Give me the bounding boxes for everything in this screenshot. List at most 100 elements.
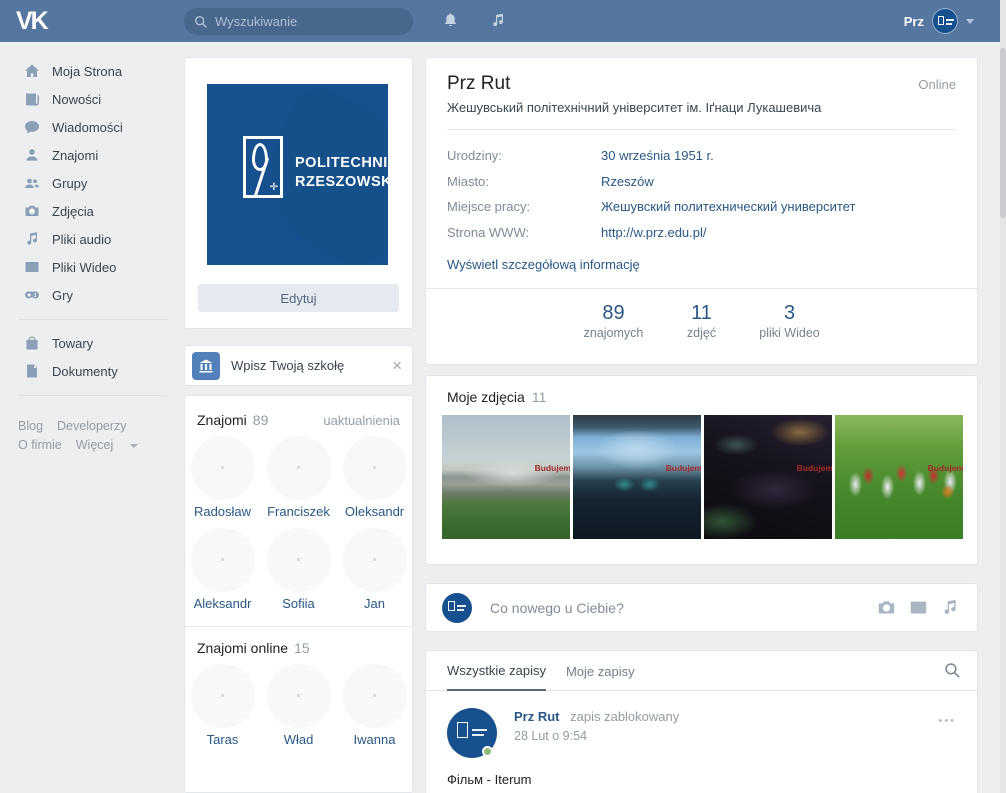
wall-card: Wszystkie zapisy Moje zapisy Prz Rut zap… xyxy=(425,650,978,793)
chevron-down-icon xyxy=(966,19,974,24)
attach-audio-icon[interactable] xyxy=(941,598,959,617)
sidebar-item-video[interactable]: Pliki Wideo xyxy=(0,253,184,281)
friend-name[interactable]: Iwanna xyxy=(340,732,410,748)
friend-name[interactable]: Sofiia xyxy=(264,596,334,612)
post-menu-icon[interactable]: ••• xyxy=(938,715,956,727)
profile-info-card: Prz Rut Online Жешувський політехнічний … xyxy=(425,57,978,365)
sidebar-footer: Blog Developerzy O firmie Więcej xyxy=(0,405,184,455)
counter-friends[interactable]: 89 znajomych xyxy=(577,289,651,359)
friend-name[interactable]: Jan xyxy=(340,596,410,612)
notifications-bell-icon[interactable] xyxy=(442,12,459,29)
scrollbar-track[interactable] xyxy=(1000,0,1006,793)
sidebar-label: Grupy xyxy=(52,176,87,191)
detail-value-website[interactable]: http://w.prz.edu.pl/ xyxy=(601,220,707,246)
profile-details: Urodziny: 30 września 1951 r. Miasto: Rz… xyxy=(426,130,977,288)
friend-avatar[interactable] xyxy=(191,528,255,592)
sidebar-label: Pliki audio xyxy=(52,232,111,247)
profile-photo[interactable]: ✛ POLITECHNIKA RZESZOWSKA xyxy=(207,84,388,265)
friend-item[interactable]: Wład xyxy=(264,664,334,748)
friend-avatar[interactable] xyxy=(343,436,407,500)
sidebar-item-documents[interactable]: Dokumenty xyxy=(0,357,184,385)
account-menu[interactable]: Prz xyxy=(904,0,974,42)
wall-post: Prz Rut zapis zablokowany 28 Lut o 9:54 … xyxy=(426,691,977,787)
friend-item[interactable]: Jan xyxy=(340,528,410,612)
sidebar-item-audio[interactable]: Pliki audio xyxy=(0,225,184,253)
sidebar-item-games[interactable]: Gry xyxy=(0,281,184,309)
friend-icon xyxy=(23,147,40,164)
friends-online-title[interactable]: Znajomi online xyxy=(197,640,288,656)
school-prompt-text[interactable]: Wpisz Twoją szkołę xyxy=(231,358,392,373)
friend-name[interactable]: Franciszek xyxy=(264,504,334,520)
wall-search-icon[interactable] xyxy=(944,662,961,679)
tab-all-posts[interactable]: Wszystkie zapisy xyxy=(447,651,546,691)
friend-name[interactable]: Taras xyxy=(188,732,258,748)
blog-link[interactable]: Blog xyxy=(18,419,43,433)
friend-item[interactable]: Iwanna xyxy=(340,664,410,748)
friend-avatar[interactable] xyxy=(267,664,331,728)
friend-avatar[interactable] xyxy=(267,436,331,500)
detail-value-birthday[interactable]: 30 września 1951 r. xyxy=(601,143,714,169)
groups-icon xyxy=(23,175,40,192)
developers-link[interactable]: Developerzy xyxy=(57,419,126,433)
online-indicator xyxy=(482,746,493,757)
friend-item[interactable]: Radosław xyxy=(188,436,258,520)
composer-input[interactable]: Co nowego u Ciebie? xyxy=(490,600,877,616)
attach-video-icon[interactable] xyxy=(909,598,928,617)
detail-value-workplace[interactable]: Жешувский политехнический университет xyxy=(601,194,855,220)
friend-name[interactable]: Aleksandr xyxy=(188,596,258,612)
sidebar-item-market[interactable]: Towary xyxy=(0,329,184,357)
music-icon[interactable] xyxy=(490,12,506,29)
sidebar-label: Znajomi xyxy=(52,148,98,163)
photo-thumbnail-concert[interactable]: Budujem xyxy=(704,415,832,539)
sidebar-item-messages[interactable]: Wiadomości xyxy=(0,113,184,141)
sidebar-item-photos[interactable]: Zdjęcia xyxy=(0,197,184,225)
friend-avatar[interactable] xyxy=(191,664,255,728)
detail-row: Strona WWW: http://w.prz.edu.pl/ xyxy=(447,220,956,246)
friend-avatar[interactable] xyxy=(343,664,407,728)
sidebar-item-groups[interactable]: Grupy xyxy=(0,169,184,197)
vk-logo[interactable]: VK xyxy=(16,7,47,36)
attach-photo-icon[interactable] xyxy=(877,598,896,617)
friend-item[interactable]: Aleksandr xyxy=(188,528,258,612)
detail-label: Urodziny: xyxy=(447,143,601,169)
friend-name[interactable]: Wład xyxy=(264,732,334,748)
close-icon[interactable]: × xyxy=(392,357,402,374)
search-box[interactable] xyxy=(184,8,413,35)
friend-item[interactable]: Sofiia xyxy=(264,528,334,612)
detail-value-city[interactable]: Rzeszów xyxy=(601,169,654,195)
friend-name[interactable]: Oleksandr xyxy=(340,504,410,520)
post-timestamp[interactable]: 28 Lut o 9:54 xyxy=(514,729,679,743)
sidebar-item-news[interactable]: Nowości xyxy=(0,85,184,113)
about-link[interactable]: O firmie xyxy=(18,438,62,452)
counter-videos[interactable]: 3 pliki Wideo xyxy=(753,289,827,359)
more-link[interactable]: Więcej xyxy=(76,438,114,452)
politechnika-logo-mark: ✛ xyxy=(243,136,283,198)
photo-thumbnail-dancers[interactable]: Budujem xyxy=(835,415,963,539)
photos-title[interactable]: Moje zdjęcia xyxy=(447,389,525,405)
scrollbar-thumb[interactable] xyxy=(1000,48,1006,218)
friends-title[interactable]: Znajomi xyxy=(197,412,247,428)
friends-updates-link[interactable]: uaktualnienia xyxy=(323,413,400,428)
sidebar-item-my-page[interactable]: Moja Strona xyxy=(0,57,184,85)
profile-status-line[interactable]: Жешувський політехнічний університет ім.… xyxy=(447,100,956,115)
edit-profile-button[interactable]: Edytuj xyxy=(198,284,399,312)
friend-item[interactable]: Oleksandr xyxy=(340,436,410,520)
friend-avatar[interactable] xyxy=(267,528,331,592)
friend-avatar[interactable] xyxy=(343,528,407,592)
post-author-link[interactable]: Prz Rut xyxy=(514,709,560,724)
friend-name[interactable]: Radosław xyxy=(188,504,258,520)
search-input[interactable] xyxy=(215,14,395,29)
show-detailed-info-link[interactable]: Wyświetl szczegółową informację xyxy=(447,257,640,272)
sidebar-item-friends[interactable]: Znajomi xyxy=(0,141,184,169)
photo-thumbnail-campus[interactable]: Budujem xyxy=(442,415,570,539)
friend-item[interactable]: Taras xyxy=(188,664,258,748)
post-text: Фільм - Iterum xyxy=(447,772,956,787)
friend-avatar[interactable] xyxy=(191,436,255,500)
counter-photos[interactable]: 11 zdjęć xyxy=(665,289,739,359)
friend-item[interactable]: Franciszek xyxy=(264,436,334,520)
photo-thumbnail-cockpit[interactable]: Budujem xyxy=(573,415,701,539)
sidebar-label: Moja Strona xyxy=(52,64,122,79)
tab-my-posts[interactable]: Moje zapisy xyxy=(566,652,635,690)
camera-icon xyxy=(23,203,40,220)
audio-icon xyxy=(23,231,40,248)
